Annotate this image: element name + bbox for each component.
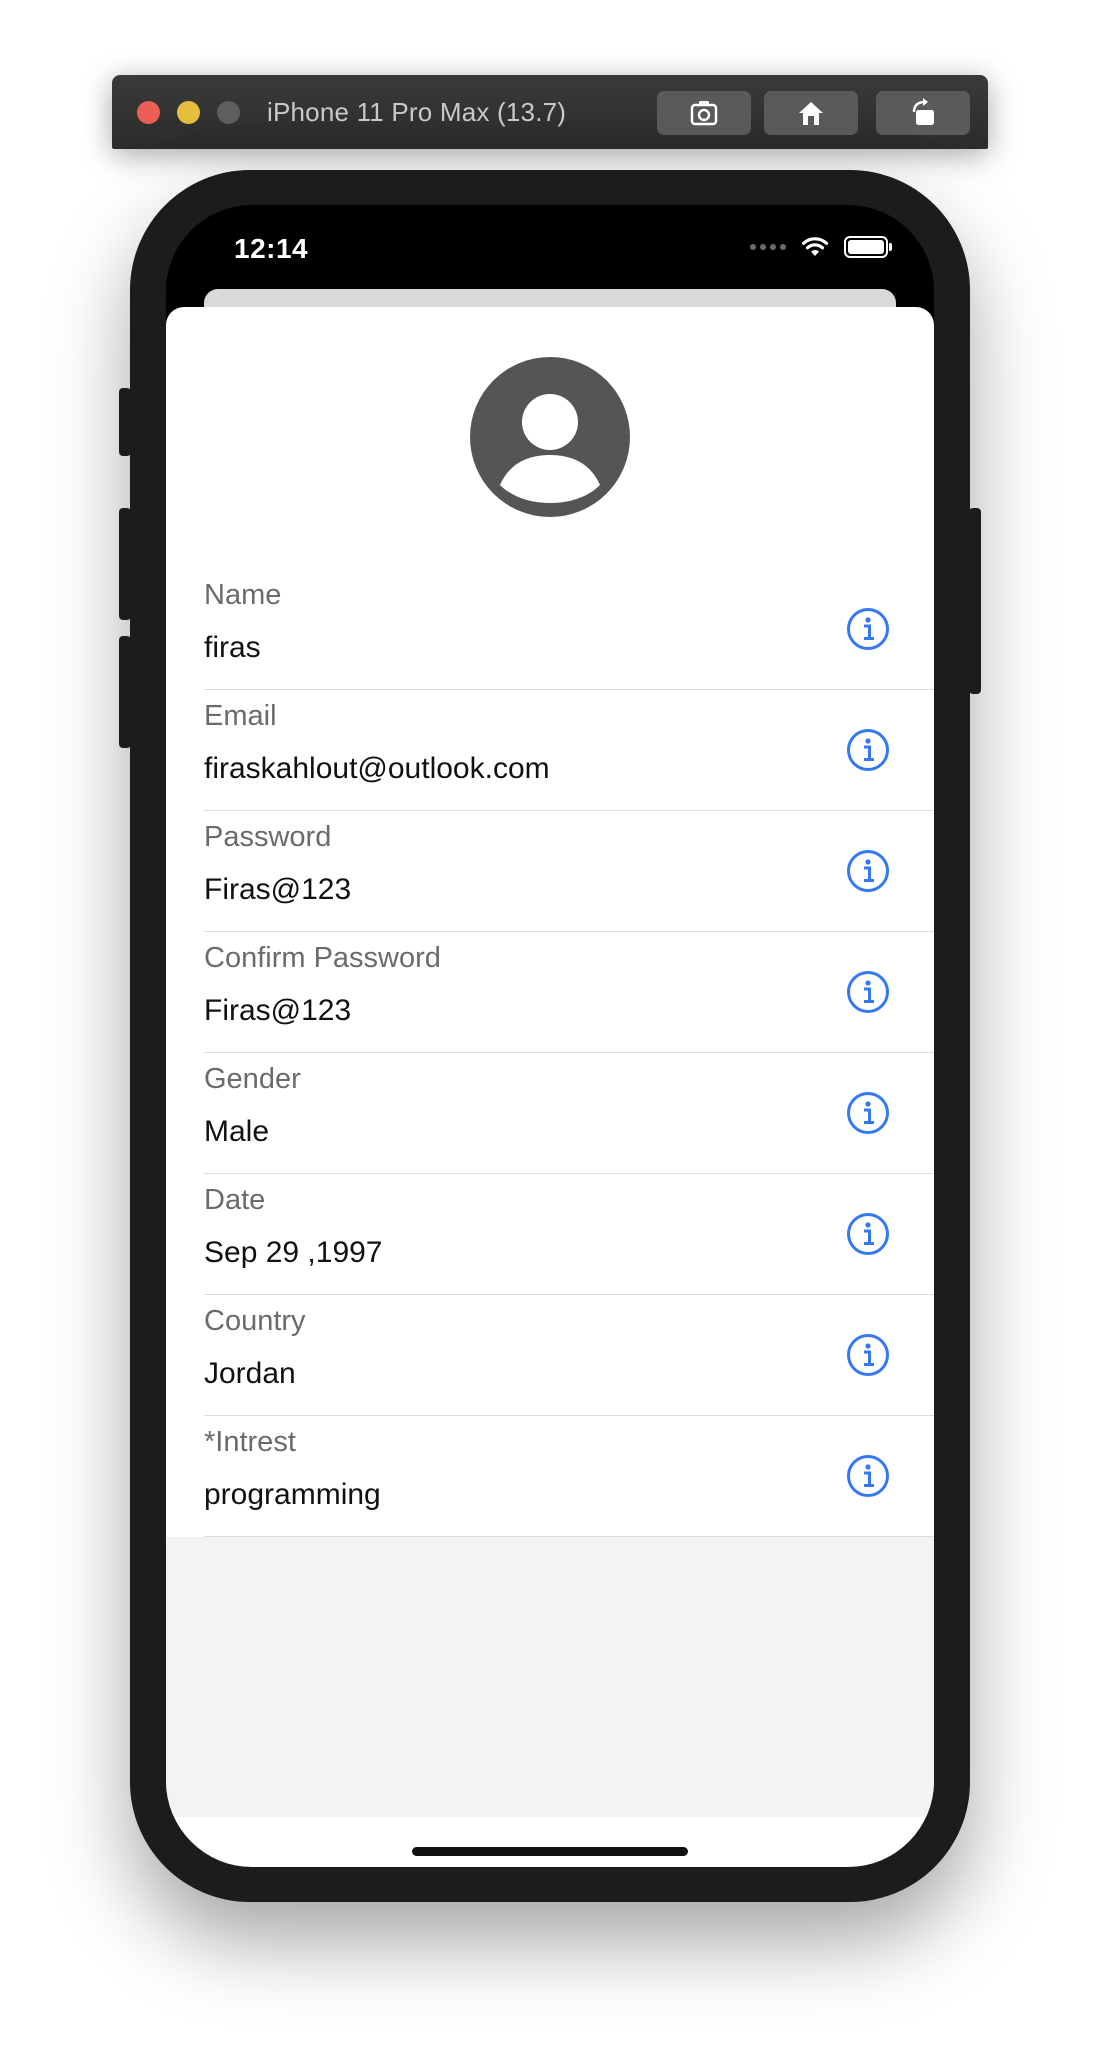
profile-form: Name firas Email firaskahlout@outlook.co… bbox=[166, 569, 934, 1537]
mute-switch bbox=[119, 388, 131, 456]
volume-up-button bbox=[119, 508, 131, 620]
password-field[interactable]: Firas@123 bbox=[204, 873, 351, 907]
date-field[interactable]: Sep 29 ,1997 bbox=[204, 1236, 383, 1270]
field-row-date: Date Sep 29 ,1997 bbox=[204, 1174, 934, 1295]
field-row-email: Email firaskahlout@outlook.com bbox=[204, 690, 934, 811]
field-row-confirm-password: Confirm Password Firas@123 bbox=[204, 932, 934, 1053]
field-row-country: Country Jordan bbox=[204, 1295, 934, 1416]
field-label: Date bbox=[204, 1184, 266, 1216]
screenshot-button[interactable] bbox=[657, 91, 751, 135]
info-circle-icon[interactable] bbox=[846, 1091, 890, 1135]
simulator-title: iPhone 11 Pro Max (13.7) bbox=[267, 97, 567, 127]
info-circle-icon[interactable] bbox=[846, 607, 890, 651]
info-circle-icon[interactable] bbox=[846, 970, 890, 1014]
field-row-name: Name firas bbox=[204, 569, 934, 690]
status-icons bbox=[750, 235, 892, 259]
country-field[interactable]: Jordan bbox=[204, 1357, 296, 1391]
battery-icon bbox=[844, 236, 892, 258]
signal-dots-icon bbox=[750, 244, 786, 250]
field-row-password: Password Firas@123 bbox=[204, 811, 934, 932]
power-button bbox=[969, 508, 981, 694]
wifi-icon bbox=[801, 237, 829, 256]
interest-field[interactable]: programming bbox=[204, 1478, 381, 1512]
rotate-button[interactable] bbox=[876, 91, 970, 135]
home-button[interactable] bbox=[764, 91, 858, 135]
email-field[interactable]: firaskahlout@outlook.com bbox=[204, 752, 550, 786]
notch bbox=[356, 205, 744, 263]
home-icon bbox=[799, 102, 823, 125]
field-row-interest: *Intrest programming bbox=[204, 1416, 934, 1537]
field-label: *Intrest bbox=[204, 1426, 296, 1458]
zoom-window-button[interactable] bbox=[217, 101, 240, 124]
status-time: 12:14 bbox=[234, 233, 309, 264]
field-label: Gender bbox=[204, 1063, 301, 1095]
screenshot-icon bbox=[690, 101, 718, 126]
info-circle-icon[interactable] bbox=[846, 1454, 890, 1498]
field-label: Name bbox=[204, 579, 282, 611]
field-label: Email bbox=[204, 700, 277, 732]
minimize-window-button[interactable] bbox=[177, 101, 200, 124]
person-avatar-icon[interactable] bbox=[470, 357, 630, 517]
info-circle-icon[interactable] bbox=[846, 1333, 890, 1377]
home-indicator[interactable] bbox=[412, 1847, 688, 1856]
profile-sheet: Name firas Email firaskahlout@outlook.co… bbox=[166, 307, 934, 1867]
name-field[interactable]: firas bbox=[204, 631, 261, 665]
field-label: Country bbox=[204, 1305, 306, 1337]
info-circle-icon[interactable] bbox=[846, 1212, 890, 1256]
info-circle-icon[interactable] bbox=[846, 728, 890, 772]
gender-field[interactable]: Male bbox=[204, 1115, 269, 1149]
rotate-icon bbox=[912, 98, 934, 125]
table-footer-area bbox=[166, 1537, 934, 1817]
field-label: Confirm Password bbox=[204, 942, 441, 974]
field-row-gender: Gender Male bbox=[204, 1053, 934, 1174]
volume-down-button bbox=[119, 636, 131, 748]
info-circle-icon[interactable] bbox=[846, 849, 890, 893]
phone-screen: 12:14 Name firas Email firaskahlout@outl… bbox=[166, 205, 934, 1867]
close-window-button[interactable] bbox=[137, 101, 160, 124]
simulator-title-bar: iPhone 11 Pro Max (13.7) bbox=[112, 75, 988, 149]
confirm-password-field[interactable]: Firas@123 bbox=[204, 994, 351, 1028]
field-label: Password bbox=[204, 821, 332, 853]
